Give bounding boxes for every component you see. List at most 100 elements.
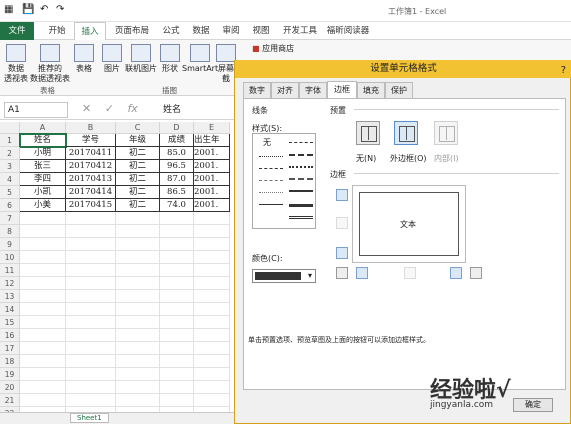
row-header[interactable]: 17: [0, 342, 20, 355]
cell[interactable]: 85.0: [160, 147, 194, 160]
cell[interactable]: [116, 329, 160, 342]
screenshot-button[interactable]: 屏幕截: [216, 44, 236, 84]
style-dash-dot-dot[interactable]: [259, 192, 283, 193]
cell[interactable]: [160, 290, 194, 303]
color-dropdown[interactable]: ▾: [252, 269, 316, 283]
cell[interactable]: [194, 303, 230, 316]
cell[interactable]: [116, 225, 160, 238]
spreadsheet-grid[interactable]: A B C D E 1 姓名 学号 年级 成绩 出生年 2 小明 20170411 初二 85.0 2001. 3…: [0, 122, 240, 420]
cell[interactable]: 87.0: [160, 173, 194, 186]
cell[interactable]: [160, 251, 194, 264]
cell[interactable]: [66, 238, 116, 251]
column-header-d[interactable]: D: [160, 122, 194, 134]
tab-page-layout[interactable]: 页面布局: [108, 22, 156, 40]
cell[interactable]: 小美: [20, 199, 66, 212]
cell[interactable]: [116, 238, 160, 251]
cell[interactable]: 小凯: [20, 186, 66, 199]
cell[interactable]: [20, 316, 66, 329]
tab-insert[interactable]: 插入: [74, 22, 106, 41]
row-header[interactable]: 18: [0, 355, 20, 368]
border-preview[interactable]: 文本: [352, 185, 466, 263]
style-dashed[interactable]: [259, 168, 283, 169]
cell[interactable]: 2001.: [194, 199, 230, 212]
cell[interactable]: [116, 290, 160, 303]
formula-input[interactable]: 姓名: [160, 102, 240, 118]
cell[interactable]: [160, 381, 194, 394]
cell[interactable]: [116, 368, 160, 381]
cell[interactable]: [194, 212, 230, 225]
cell[interactable]: [160, 342, 194, 355]
row-header[interactable]: 20: [0, 381, 20, 394]
cell[interactable]: [20, 368, 66, 381]
cell[interactable]: [160, 238, 194, 251]
row-header[interactable]: 1: [0, 134, 20, 147]
cell[interactable]: [194, 381, 230, 394]
cell[interactable]: [194, 264, 230, 277]
cell[interactable]: [20, 381, 66, 394]
pivot-table-button[interactable]: 数据 透视表: [2, 44, 30, 84]
tab-border[interactable]: 边框: [327, 81, 357, 98]
cell[interactable]: 2001.: [194, 186, 230, 199]
row-header[interactable]: 19: [0, 368, 20, 381]
line-style-list[interactable]: 无: [252, 133, 316, 229]
cell[interactable]: [160, 303, 194, 316]
row-header[interactable]: 9: [0, 238, 20, 251]
cell[interactable]: 初二: [116, 160, 160, 173]
cell[interactable]: 李四: [20, 173, 66, 186]
cell[interactable]: [20, 303, 66, 316]
style-dotted[interactable]: [259, 156, 283, 157]
online-picture-button[interactable]: 联机图片: [124, 44, 158, 74]
cell[interactable]: [116, 303, 160, 316]
cell[interactable]: [66, 394, 116, 407]
border-top-button[interactable]: [336, 189, 348, 201]
cell[interactable]: [116, 342, 160, 355]
row-header[interactable]: 8: [0, 225, 20, 238]
row-header[interactable]: 2: [0, 147, 20, 160]
cell[interactable]: [116, 277, 160, 290]
cell[interactable]: [66, 355, 116, 368]
cell[interactable]: [66, 342, 116, 355]
cell[interactable]: [160, 225, 194, 238]
name-box[interactable]: A1: [4, 102, 68, 118]
cell[interactable]: 年级: [116, 134, 160, 147]
cell[interactable]: [116, 212, 160, 225]
row-header[interactable]: 6: [0, 199, 20, 212]
cell[interactable]: [66, 251, 116, 264]
sheet-tab[interactable]: Sheet1: [70, 413, 109, 423]
enter-icon[interactable]: ✓: [105, 102, 114, 115]
cell[interactable]: 张三: [20, 160, 66, 173]
row-header[interactable]: 21: [0, 394, 20, 407]
style-medium-dash[interactable]: [289, 154, 313, 156]
cell[interactable]: [116, 394, 160, 407]
cell[interactable]: [160, 368, 194, 381]
cell[interactable]: 20170413: [66, 173, 116, 186]
tab-number[interactable]: 数字: [243, 82, 271, 98]
row-header[interactable]: 15: [0, 316, 20, 329]
cell[interactable]: [194, 329, 230, 342]
column-header-e[interactable]: E: [194, 122, 230, 134]
preset-outline-button[interactable]: [394, 121, 418, 145]
cell[interactable]: [116, 316, 160, 329]
style-thick[interactable]: [289, 204, 313, 207]
cell[interactable]: [116, 381, 160, 394]
cell[interactable]: [160, 212, 194, 225]
cell[interactable]: [66, 212, 116, 225]
row-header[interactable]: 7: [0, 212, 20, 225]
tab-alignment[interactable]: 对齐: [271, 82, 299, 98]
cell[interactable]: [116, 264, 160, 277]
cell[interactable]: [194, 355, 230, 368]
cell[interactable]: [20, 225, 66, 238]
cell[interactable]: [20, 238, 66, 251]
cell[interactable]: 初二: [116, 186, 160, 199]
redo-icon[interactable]: ↷: [56, 4, 64, 15]
cell[interactable]: [194, 290, 230, 303]
cell[interactable]: 96.5: [160, 160, 194, 173]
cell[interactable]: [20, 329, 66, 342]
cell[interactable]: 姓名: [19, 133, 67, 148]
tab-data[interactable]: 数据: [186, 22, 216, 40]
cell[interactable]: [20, 290, 66, 303]
cell[interactable]: [160, 316, 194, 329]
column-header-c[interactable]: C: [116, 122, 160, 134]
cell[interactable]: [194, 316, 230, 329]
cell[interactable]: 20170411: [66, 147, 116, 160]
